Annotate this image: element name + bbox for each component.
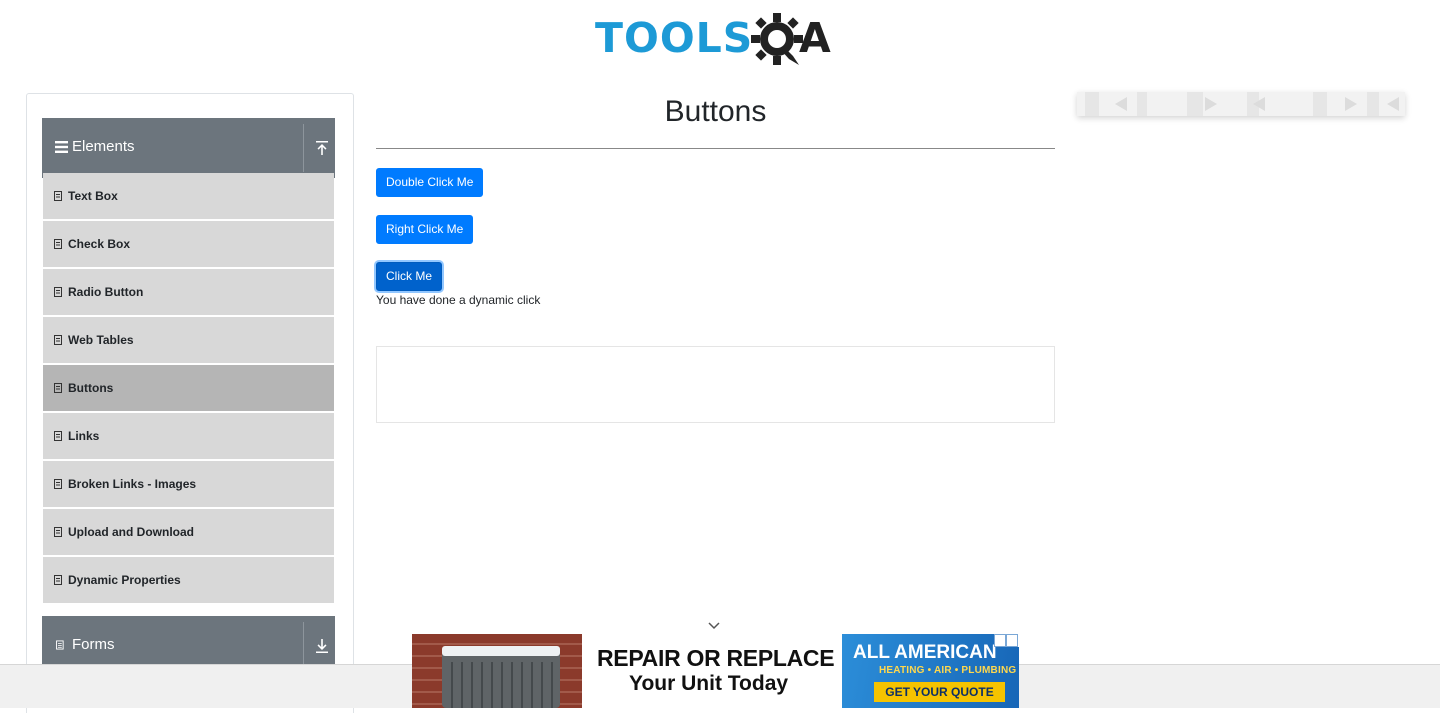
adchoices-icon[interactable]	[994, 634, 1006, 647]
sidebar-item-broken-links[interactable]: Broken Links - Images	[43, 461, 334, 507]
item-icon	[54, 383, 62, 393]
toolsqa-logo[interactable]: TOOLS A	[595, 12, 840, 68]
dynamic-click-message: You have done a dynamic click	[376, 293, 541, 307]
right-click-button[interactable]: Right Click Me	[376, 215, 474, 244]
ad-subline: Your Unit Today	[629, 672, 789, 695]
ad-brand: ALL AMERICAN	[853, 642, 997, 663]
sidebar-item-text-box[interactable]: Text Box	[43, 173, 334, 219]
item-icon	[54, 287, 62, 297]
close-ad-icon[interactable]	[1006, 634, 1018, 647]
sidebar-item-radio-button[interactable]: Radio Button	[43, 269, 334, 315]
ad-tagline: HEATING • AIR • PLUMBING	[879, 665, 1017, 676]
document-icon	[56, 640, 64, 650]
chevron-down-icon[interactable]	[706, 620, 722, 632]
arrow-up-icon[interactable]	[315, 140, 329, 156]
arrow-down-icon[interactable]	[315, 638, 329, 654]
sidebar-item-upload-download[interactable]: Upload and Download	[43, 509, 334, 555]
ad-controls	[994, 634, 1019, 647]
item-icon	[54, 527, 62, 537]
page-title: Buttons	[664, 95, 767, 128]
sidebar-item-label: Dynamic Properties	[68, 573, 181, 587]
item-icon	[54, 191, 62, 201]
sidebar-item-dynamic-properties[interactable]: Dynamic Properties	[43, 557, 334, 603]
sidebar-item-check-box[interactable]: Check Box	[43, 221, 334, 267]
logo-suffix: A	[799, 14, 831, 62]
item-icon	[54, 479, 62, 489]
logo-text: TOOLS	[595, 14, 754, 62]
item-icon	[54, 239, 62, 249]
sidebar-item-label: Links	[68, 429, 100, 443]
sidebar-item-label: Web Tables	[68, 333, 134, 347]
ad-placeholder-box	[376, 346, 1055, 423]
item-icon	[54, 431, 62, 441]
bottom-ad-banner[interactable]: REPAIR OR REPLACE Your Unit Today ALL AM…	[412, 634, 1019, 708]
gear-q-icon	[751, 13, 803, 65]
sidebar-item-label: Radio Button	[68, 285, 144, 299]
sidebar-item-label: Text Box	[68, 189, 118, 203]
item-icon	[54, 335, 62, 345]
ad-pattern-graphic	[1077, 92, 1405, 116]
sidebar-item-web-tables[interactable]: Web Tables	[43, 317, 334, 363]
sidebar-item-links[interactable]: Links	[43, 413, 334, 459]
item-icon	[54, 575, 62, 585]
sidebar-item-label: Check Box	[68, 237, 131, 251]
side-ad-banner[interactable]	[1077, 92, 1405, 116]
sidebar-item-label: Broken Links - Images	[68, 477, 197, 491]
menu-list: Text Box Check Box Radio Button Web Tabl…	[43, 173, 334, 605]
ad-headline: REPAIR OR REPLACE	[597, 645, 835, 671]
sidebar-item-buttons[interactable]: Buttons	[43, 365, 334, 411]
site-header: TOOLS A	[0, 0, 1440, 80]
double-click-button[interactable]: Double Click Me	[376, 168, 484, 197]
ac-unit-image	[412, 634, 582, 708]
sidebar: Elements Text Box Check Box Radio Button…	[26, 93, 354, 713]
group-header-elements[interactable]: Elements	[42, 118, 335, 178]
click-me-button[interactable]: Click Me	[376, 262, 443, 291]
group-title: Elements	[72, 138, 135, 155]
hamburger-icon	[55, 141, 68, 153]
group-title: Forms	[72, 636, 115, 653]
divider	[303, 124, 304, 172]
sidebar-item-label: Buttons	[68, 381, 114, 395]
get-quote-button[interactable]: GET YOUR QUOTE	[874, 682, 1005, 702]
sidebar-item-label: Upload and Download	[68, 525, 194, 539]
title-divider	[376, 148, 1055, 149]
divider	[303, 622, 304, 670]
